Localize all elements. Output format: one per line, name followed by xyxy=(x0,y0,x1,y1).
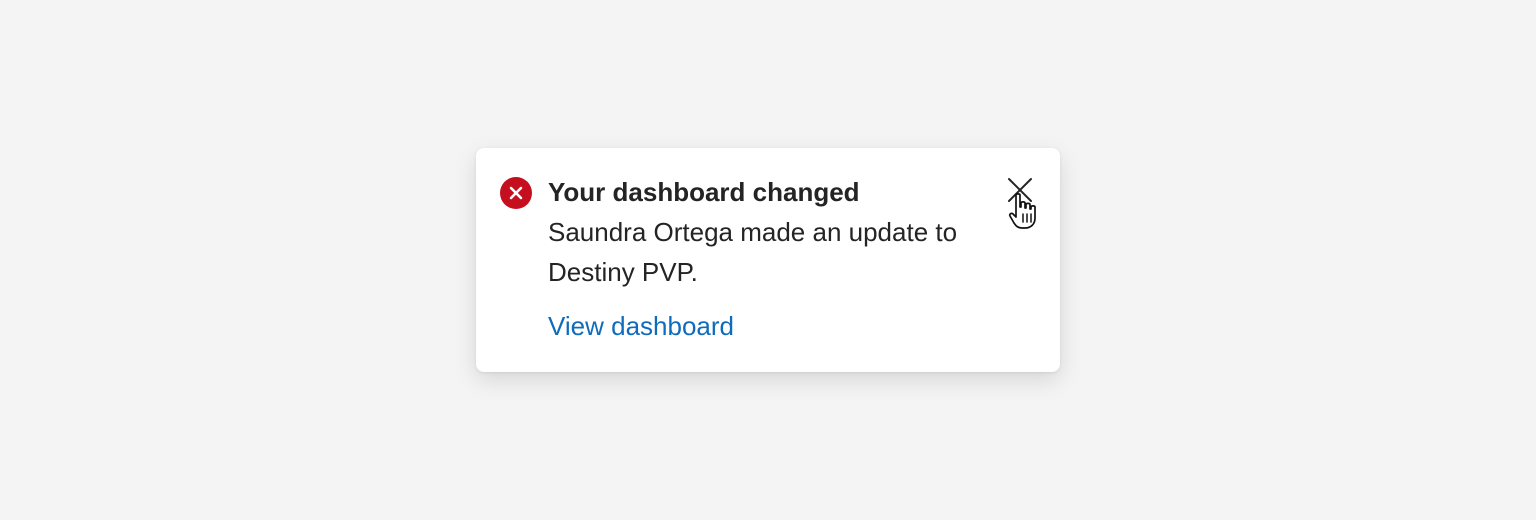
error-circle-icon xyxy=(500,177,532,209)
screen-background: Your dashboard changed Saundra Ortega ma… xyxy=(0,0,1536,520)
close-button[interactable] xyxy=(1004,176,1036,208)
notification-title: Your dashboard changed xyxy=(548,177,860,207)
notification-toast: Your dashboard changed Saundra Ortega ma… xyxy=(476,148,1060,372)
close-icon xyxy=(1006,176,1034,209)
notification-message: Saundra Ortega made an update to Destiny… xyxy=(548,217,958,287)
view-dashboard-link[interactable]: View dashboard xyxy=(548,308,734,344)
notification-content: Your dashboard changed Saundra Ortega ma… xyxy=(548,174,998,344)
